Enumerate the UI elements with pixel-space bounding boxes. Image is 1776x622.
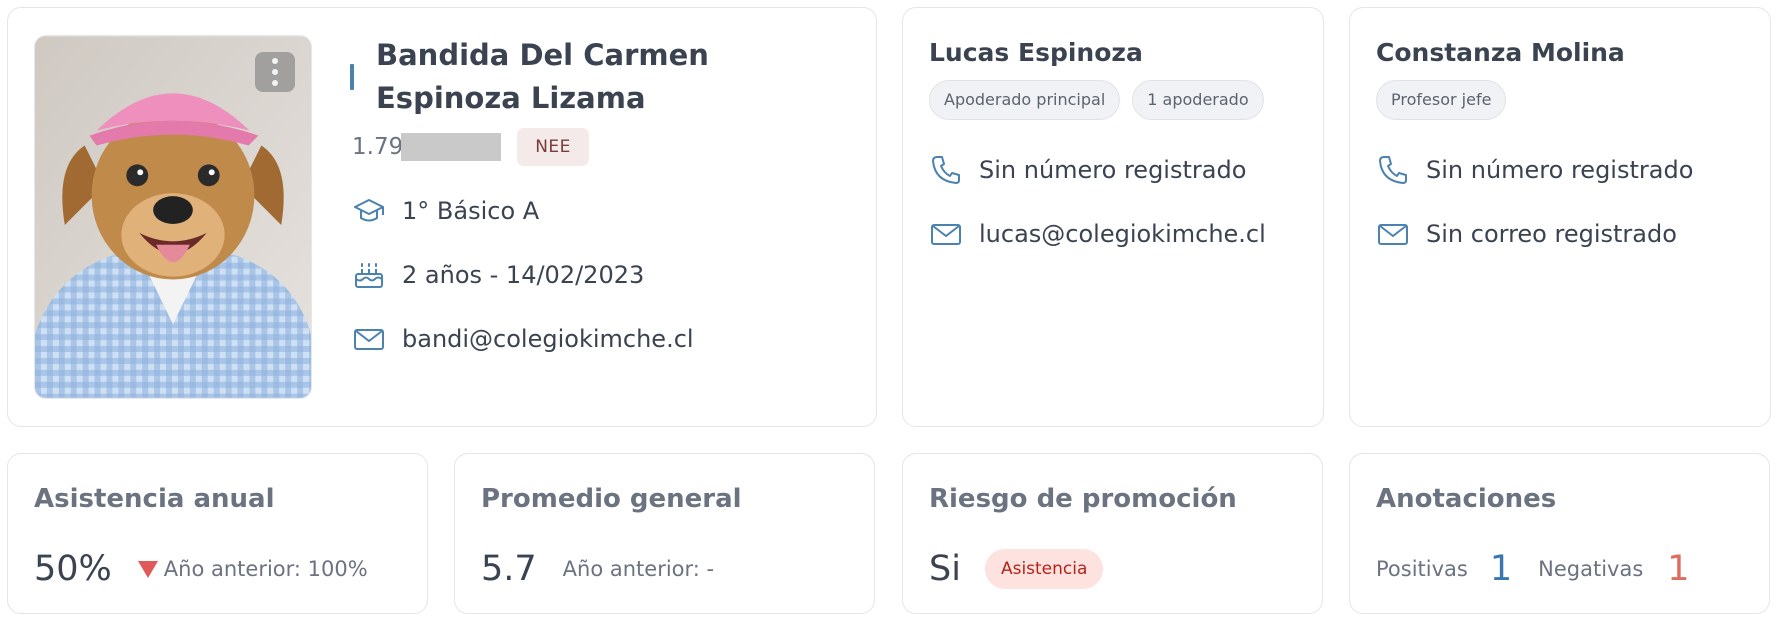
teacher-phone: Sin número registrado — [1426, 156, 1694, 184]
attendance-value: 50% — [34, 549, 112, 589]
teacher-card: Constanza Molina Profesor jefe Sin númer… — [1349, 7, 1771, 427]
guardian-email-row: lucas@colegiokimche.cl — [929, 216, 1266, 252]
student-age-birthdate: 2 años - 14/02/2023 — [402, 261, 645, 289]
average-value: 5.7 — [481, 549, 537, 589]
attendance-title: Asistencia anual — [34, 484, 275, 514]
cake-icon — [355, 263, 383, 288]
risk-reason-badge: Asistencia — [984, 549, 1104, 589]
average-card: Promedio general 5.7 Año anterior: - — [454, 453, 875, 614]
guardian-role-chip: Apoderado principal — [929, 80, 1121, 120]
guardian-email[interactable]: lucas@colegiokimche.cl — [979, 220, 1266, 248]
guardian-name: Lucas Espinoza — [929, 38, 1143, 67]
student-card: Bandida Del Carmen Espinoza Lizama 1.79 … — [7, 7, 877, 427]
student-course: 1° Básico A — [402, 197, 540, 225]
photo-options-button[interactable] — [255, 52, 295, 92]
mail-icon — [354, 329, 384, 350]
graduation-cap-icon — [354, 199, 384, 222]
course-row: 1° Básico A — [352, 193, 539, 229]
risk-title: Riesgo de promoción — [929, 484, 1237, 514]
promotion-risk-card: Riesgo de promoción Si Asistencia — [902, 453, 1323, 614]
positive-count: 1 — [1489, 549, 1513, 589]
dot-icon — [272, 58, 278, 64]
student-name: Bandida Del Carmen Espinoza Lizama — [376, 38, 709, 115]
attendance-row: 50% Año anterior: 100% — [34, 544, 368, 594]
nee-badge: NEE — [517, 128, 589, 166]
annotations-title: Anotaciones — [1376, 484, 1557, 514]
teacher-email: Sin correo registrado — [1426, 220, 1677, 248]
teacher-chips: Profesor jefe — [1376, 80, 1507, 120]
teacher-name: Constanza Molina — [1376, 38, 1625, 67]
positive-label: Positivas — [1376, 557, 1468, 581]
dot-icon — [272, 69, 278, 75]
student-rut: 1.79 — [352, 134, 404, 160]
student-photo — [34, 35, 312, 399]
guardian-card: Lucas Espinoza Apoderado principal 1 apo… — [902, 7, 1324, 427]
annotations-row: Positivas 1 Negativas 1 — [1376, 544, 1690, 594]
teacher-phone-row: Sin número registrado — [1376, 152, 1693, 188]
birthday-row: 2 años - 14/02/2023 — [352, 257, 644, 293]
dot-icon — [272, 80, 278, 86]
guardian-phone: Sin número registrado — [979, 156, 1247, 184]
rut-redaction — [401, 133, 502, 161]
phone-icon — [1379, 156, 1407, 184]
attendance-previous: Año anterior: 100% — [163, 557, 368, 581]
guardian-chips: Apoderado principal 1 apoderado — [929, 80, 1264, 120]
average-previous: Año anterior: - — [562, 557, 715, 581]
teacher-role-chip: Profesor jefe — [1376, 80, 1507, 120]
student-email-row: bandi@colegiokimche.cl — [352, 321, 694, 357]
risk-row: Si Asistencia — [929, 544, 1104, 594]
rut-row: 1.79 NEE — [352, 128, 589, 166]
guardian-phone-row: Sin número registrado — [929, 152, 1246, 188]
guardian-count-chip: 1 apoderado — [1132, 80, 1264, 120]
average-row: 5.7 Año anterior: - — [481, 544, 714, 594]
trend-down-icon — [137, 560, 158, 578]
phone-icon — [932, 156, 960, 184]
annotations-card: Anotaciones Positivas 1 Negativas 1 — [1349, 453, 1770, 614]
average-title: Promedio general — [481, 484, 742, 514]
mail-icon — [1378, 224, 1408, 245]
student-name-block: Bandida Del Carmen Espinoza Lizama — [350, 34, 850, 120]
attendance-card: Asistencia anual 50% Año anterior: 100% — [7, 453, 428, 614]
teacher-email-row: Sin correo registrado — [1376, 216, 1677, 252]
negative-label: Negativas — [1538, 557, 1644, 581]
negative-count: 1 — [1667, 549, 1690, 589]
risk-value: Si — [929, 549, 961, 589]
mail-icon — [931, 224, 961, 245]
student-email[interactable]: bandi@colegiokimche.cl — [402, 325, 694, 353]
accent-bar — [350, 64, 354, 90]
